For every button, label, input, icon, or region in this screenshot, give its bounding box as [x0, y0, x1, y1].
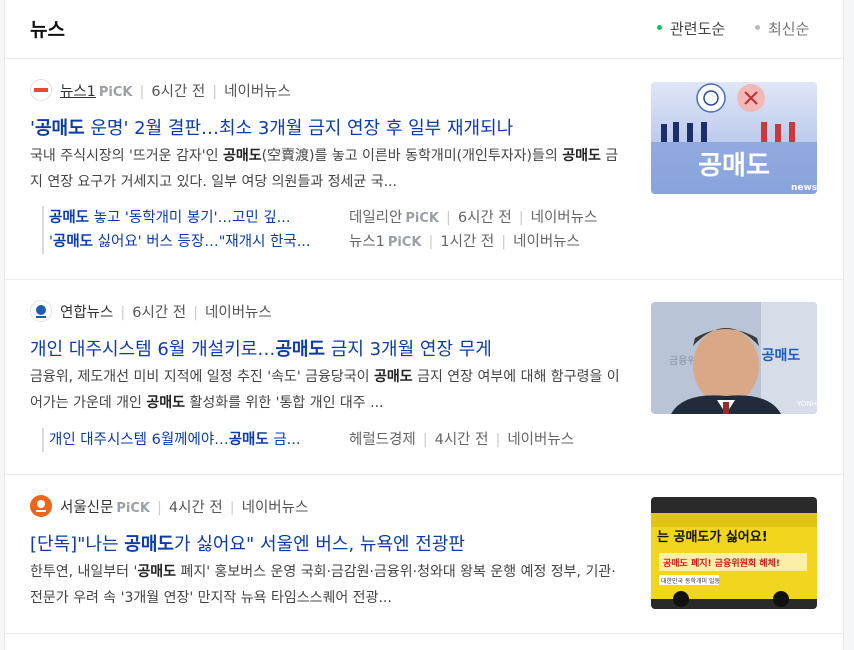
related-article: '공매도 싫어요' 버스 등장…"재개시 한국... 뉴스1 PiCK | 1시간 전 |… — [49, 230, 632, 254]
thumbnail-text: 는 공매도가 싫어요! — [657, 529, 768, 545]
related-article: 개인 대주시스템 6월께에야…공매도 금... 헤럴드경제 | 4시간 전 | 네이버뉴스 — [49, 428, 632, 452]
press-logo-icon[interactable] — [30, 79, 52, 101]
sort-relevance-button[interactable]: 관련도순 — [657, 18, 725, 39]
portal-news-link[interactable]: 네이버뉴스 — [224, 84, 291, 100]
article-description: 국내 주식시장의 '뜨거운 감자'인 공매도(空賣渡)를 놓고 이른바 동학개미… — [30, 148, 619, 190]
related-title-link[interactable]: 공매도 놓고 '동학개미 봉기'…고민 깊... — [49, 206, 349, 230]
article-thumbnail[interactable]: 공매도 news1 — [651, 82, 817, 194]
sort-latest-button[interactable]: 최신순 — [755, 18, 809, 39]
related-title-link[interactable]: 개인 대주시스템 6월께에야…공매도 금... — [49, 428, 349, 452]
news-item: 뉴스1 PiCK | 6시간 전 | 네이버뉴스 '공매도 운명' 2월 결판…최소 3개… — [5, 59, 843, 280]
thumbnail-text: 공매도 — [698, 151, 770, 181]
related-articles: 개인 대주시스템 6월께에야…공매도 금... 헤럴드경제 | 4시간 전 | 네이버뉴스 — [42, 428, 632, 452]
portal-news-link[interactable]: 네이버뉴스 — [205, 305, 272, 321]
article-time: 6시간 전 — [132, 305, 187, 321]
related-articles: 공매도 놓고 '동학개미 봉기'…고민 깊... 데일리안 PiCK | 6시간 전 | 네… — [42, 206, 632, 254]
related-time: 6시간 전 — [457, 210, 512, 226]
pick-badge: PiCK — [405, 211, 439, 226]
news-item: 연합뉴스 | 6시간 전 | 네이버뉴스 개인 대주시스템 6월 개설키로…공매도 금지… — [5, 280, 843, 475]
news-panel: 뉴스 관련도순 최신순 뉴스1 PiCK | 6시간 전 | 네이버뉴스 '공매도 운명'… — [4, 0, 844, 650]
news-item: 서울신문 PiCK | 4시간 전 | 네이버뉴스 [단독]"나는 공매도가 싫어요" 서… — [5, 475, 843, 634]
thumbnail-text: 공매도 — [762, 348, 801, 364]
pick-badge: PiCK — [98, 85, 133, 100]
press-logo-icon[interactable] — [30, 300, 52, 322]
news-header: 뉴스 관련도순 최신순 — [5, 0, 843, 59]
article-description: 한투연, 내일부터 '공매도 폐지' 홍보버스 운영 국회·금감원·금융위·청와… — [30, 564, 616, 606]
related-press[interactable]: 헤럴드경제 — [349, 432, 416, 448]
article-time: 4시간 전 — [168, 500, 223, 516]
related-time: 1시간 전 — [440, 234, 495, 250]
press-name-link[interactable]: 연합뉴스 — [60, 305, 113, 321]
article-title-link[interactable]: 개인 대주시스템 6월 개설키로…공매도 금지 3개월 연장 무게 — [30, 335, 630, 361]
related-press[interactable]: 데일리안 — [349, 210, 402, 226]
active-dot-icon — [657, 25, 662, 30]
press-name-link[interactable]: 뉴스1 — [60, 84, 96, 100]
article-thumbnail[interactable]: 는 공매도가 싫어요! 공매도 폐지! 금융위원회 해체! 대한민국 동학개미 … — [651, 497, 817, 609]
sort-relevance-label: 관련도순 — [670, 20, 726, 38]
article-title-link[interactable]: '공매도 운명' 2월 결판…최소 3개월 금지 연장 후 일부 재개되나 — [30, 114, 630, 140]
portal-news-link[interactable]: 네이버뉴스 — [513, 234, 580, 250]
related-title-link[interactable]: '공매도 싫어요' 버스 등장…"재개시 한국... — [49, 230, 349, 254]
pick-badge: PiCK — [387, 235, 422, 250]
article-thumbnail[interactable]: 공매도 금융위 YONHAP — [651, 302, 817, 414]
related-press[interactable]: 뉴스1 — [349, 234, 385, 250]
portal-news-link[interactable]: 네이버뉴스 — [507, 432, 574, 448]
watermark-text: news1 — [791, 183, 817, 193]
watermark-text: YONHAP — [796, 400, 817, 408]
article-source: 서울신문 PiCK | 4시간 전 | 네이버뉴스 — [30, 495, 309, 517]
related-article: 공매도 놓고 '동학개미 봉기'…고민 깊... 데일리안 PiCK | 6시간 전 | 네… — [49, 206, 632, 230]
sort-latest-label: 최신순 — [768, 20, 810, 38]
related-time: 4시간 전 — [434, 432, 489, 448]
thumbnail-subtext: 공매도 폐지! 금융위원회 해체! — [663, 557, 780, 569]
inactive-dot-icon — [755, 25, 760, 30]
section-title: 뉴스 — [30, 19, 65, 41]
press-name-link[interactable]: 서울신문 — [60, 500, 113, 516]
article-time: 6시간 전 — [151, 84, 206, 100]
article-description: 금융위, 제도개선 미비 지적에 일정 추진 '속도' 금융당국이 공매도 금지… — [30, 369, 620, 411]
portal-news-link[interactable]: 네이버뉴스 — [242, 500, 309, 516]
article-source: 뉴스1 PiCK | 6시간 전 | 네이버뉴스 — [30, 79, 291, 101]
thumbnail-bg-text: 금융위 — [669, 354, 697, 367]
article-title-link[interactable]: [단독]"나는 공매도가 싫어요" 서울엔 버스, 뉴욕엔 전광판 — [30, 530, 630, 556]
pick-badge: PiCK — [116, 501, 150, 516]
article-source: 연합뉴스 | 6시간 전 | 네이버뉴스 — [30, 300, 272, 322]
press-logo-icon[interactable] — [30, 495, 52, 517]
portal-news-link[interactable]: 네이버뉴스 — [531, 210, 598, 226]
thumbnail-caption: 대한민국 동학개미 일동 — [661, 577, 720, 585]
